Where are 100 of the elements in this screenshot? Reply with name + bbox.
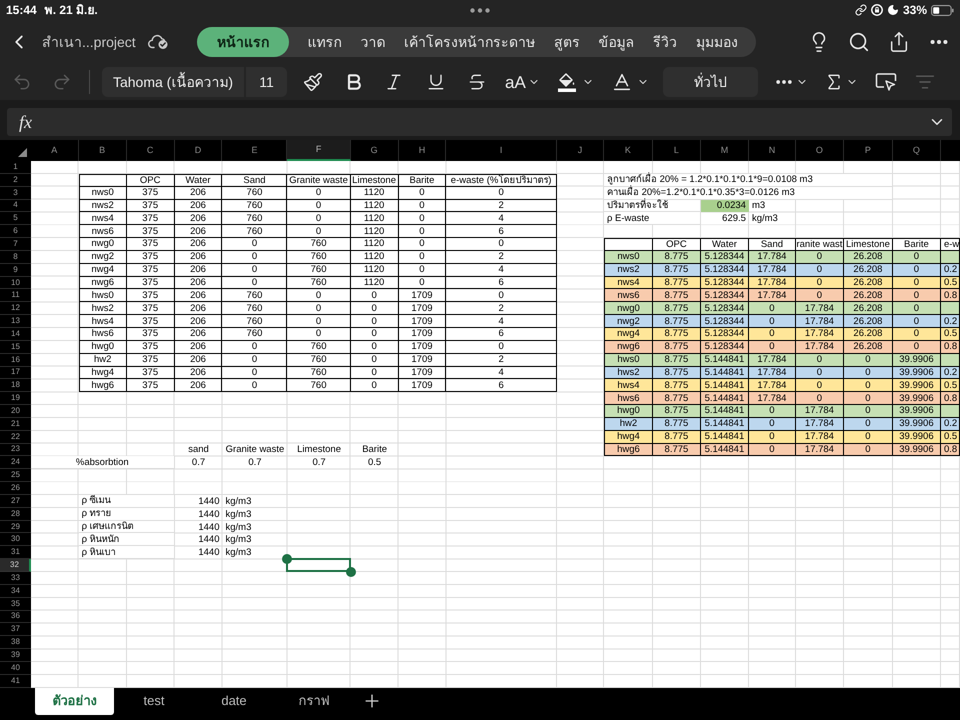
select-all-triangle-icon[interactable] — [18, 148, 27, 157]
sheet-tab[interactable]: กราฟ — [298, 691, 330, 711]
row-header[interactable]: 5 — [0, 212, 31, 226]
table-cell: 1709 — [398, 354, 446, 366]
row-header[interactable]: 10 — [0, 276, 31, 290]
table-cell: 0 — [892, 289, 941, 302]
table-cell: 0 — [222, 354, 288, 366]
sheet-tab[interactable]: ตัวอย่าง — [35, 688, 114, 715]
cloud-check-icon[interactable] — [148, 34, 170, 50]
selection-handle[interactable] — [282, 554, 292, 564]
underline-icon[interactable] — [426, 72, 446, 92]
ribbon-tab[interactable]: รีวิว — [653, 32, 678, 52]
share-icon[interactable] — [888, 31, 910, 53]
row-header[interactable]: 22 — [0, 430, 31, 444]
ribbon-tab[interactable]: หน้าแรก — [197, 27, 289, 57]
search-icon[interactable] — [848, 31, 870, 53]
row-header[interactable]: 7 — [0, 238, 31, 251]
table-cell: 206 — [174, 379, 222, 392]
table-cell: คานเผื่อ 20%=1.2*0.1*0.1*0.35*3=0.0126 m3 — [604, 186, 893, 200]
table-cell: 206 — [174, 289, 222, 302]
row-header[interactable]: 29 — [0, 520, 31, 534]
ribbon-tab[interactable]: เค้าโครงหน้ากระดาษ — [404, 32, 536, 52]
row-header[interactable]: 26 — [0, 482, 31, 495]
row-header[interactable]: 30 — [0, 533, 31, 546]
row-header[interactable]: 32 — [0, 559, 31, 572]
number-format-dropdown[interactable]: ทั่วไป — [662, 67, 758, 97]
row-header[interactable]: 34 — [0, 584, 31, 598]
row-header[interactable]: 9 — [0, 264, 31, 277]
row-header[interactable]: 8 — [0, 250, 31, 264]
row-header[interactable]: 35 — [0, 598, 31, 611]
row-header[interactable]: 21 — [0, 418, 31, 431]
sheet-tab[interactable]: date — [221, 691, 247, 711]
moon-icon — [886, 4, 899, 16]
ribbon-tab[interactable]: แทรก — [308, 32, 342, 52]
row-header[interactable]: 4 — [0, 200, 31, 212]
table-cell: 0.5 — [940, 379, 960, 392]
ribbon-tab[interactable]: สูตร — [554, 32, 580, 52]
format-painter-icon[interactable] — [303, 72, 323, 92]
font-size-field[interactable]: 11 — [246, 67, 287, 97]
row-header[interactable]: 18 — [0, 379, 31, 392]
column-header[interactable]: F — [287, 140, 351, 161]
row-header[interactable]: 3 — [0, 186, 31, 200]
row-header[interactable]: 31 — [0, 546, 31, 560]
row-header[interactable]: 39 — [0, 649, 31, 662]
strikethrough-icon[interactable] — [467, 72, 487, 92]
row-header[interactable]: 2 — [0, 174, 31, 187]
table-cell-text: kg/m3 — [750, 212, 779, 226]
row-header[interactable]: 14 — [0, 328, 31, 341]
battery-icon — [931, 4, 954, 16]
row-header[interactable]: 15 — [0, 340, 31, 354]
table-cell-text: 1440 — [197, 546, 220, 560]
ribbon-tab[interactable]: มุมมอง — [696, 32, 738, 52]
table-cell: 0 — [892, 264, 941, 277]
row-header[interactable]: 16 — [0, 354, 31, 366]
table-cell: 39.9906 — [892, 354, 941, 366]
row-header[interactable]: 23 — [0, 444, 31, 456]
row-header[interactable]: 37 — [0, 623, 31, 636]
file-name[interactable]: สำเนา...project — [42, 32, 136, 52]
table-cell: 8.775 — [652, 289, 701, 302]
row-header[interactable]: 40 — [0, 662, 31, 675]
row-header[interactable]: 28 — [0, 508, 31, 521]
table-cell: nwg6 — [604, 340, 653, 354]
row-header[interactable]: 12 — [0, 302, 31, 316]
row-header[interactable]: 33 — [0, 572, 31, 585]
row-header[interactable]: 1 — [0, 161, 31, 174]
row-header[interactable]: 20 — [0, 405, 31, 418]
ribbon-tab[interactable]: ข้อมูล — [598, 32, 635, 52]
row-header[interactable]: 36 — [0, 610, 31, 624]
row-header[interactable]: 6 — [0, 225, 31, 238]
font-dropdown[interactable]: Tahoma (เนื้อความ) — [102, 67, 244, 97]
row-header[interactable]: 38 — [0, 636, 31, 650]
table-cell: hws6 — [78, 328, 127, 341]
table-cell: 0 — [844, 366, 893, 380]
more-dots-icon[interactable] — [470, 8, 490, 12]
table-cell: 5.128344 — [700, 302, 749, 316]
formula-field[interactable]: fx — [7, 108, 952, 136]
row-header[interactable]: 19 — [0, 392, 31, 406]
table-cell: 206 — [174, 276, 222, 290]
row-header[interactable]: 13 — [0, 315, 31, 328]
row-header[interactable]: 25 — [0, 469, 31, 482]
table-header-cell-text: sand — [187, 444, 210, 456]
row-header[interactable]: 27 — [0, 494, 31, 508]
table-cell: 375 — [126, 212, 175, 226]
screen-pointer-icon[interactable] — [874, 72, 897, 92]
table-cell: 0 — [892, 340, 941, 354]
ribbon-tab[interactable]: วาด — [360, 32, 386, 52]
sheet-tab[interactable]: test — [144, 691, 164, 711]
row-header[interactable]: 17 — [0, 366, 31, 380]
table-cell: 2 — [446, 354, 557, 366]
row-header[interactable]: 11 — [0, 289, 31, 302]
row-header[interactable]: 41 — [0, 674, 31, 688]
text-size-button[interactable]: aA — [505, 74, 526, 90]
table-cell: 0 — [287, 302, 351, 316]
fill-color-icon[interactable] — [556, 71, 578, 93]
table-cell: 1120 — [350, 238, 399, 251]
selection-handle[interactable] — [346, 567, 356, 577]
table-cell: 206 — [174, 250, 222, 264]
row-header[interactable]: 24 — [0, 456, 31, 470]
table-cell: 0 — [398, 264, 446, 277]
table-cell: 0 — [350, 366, 399, 380]
